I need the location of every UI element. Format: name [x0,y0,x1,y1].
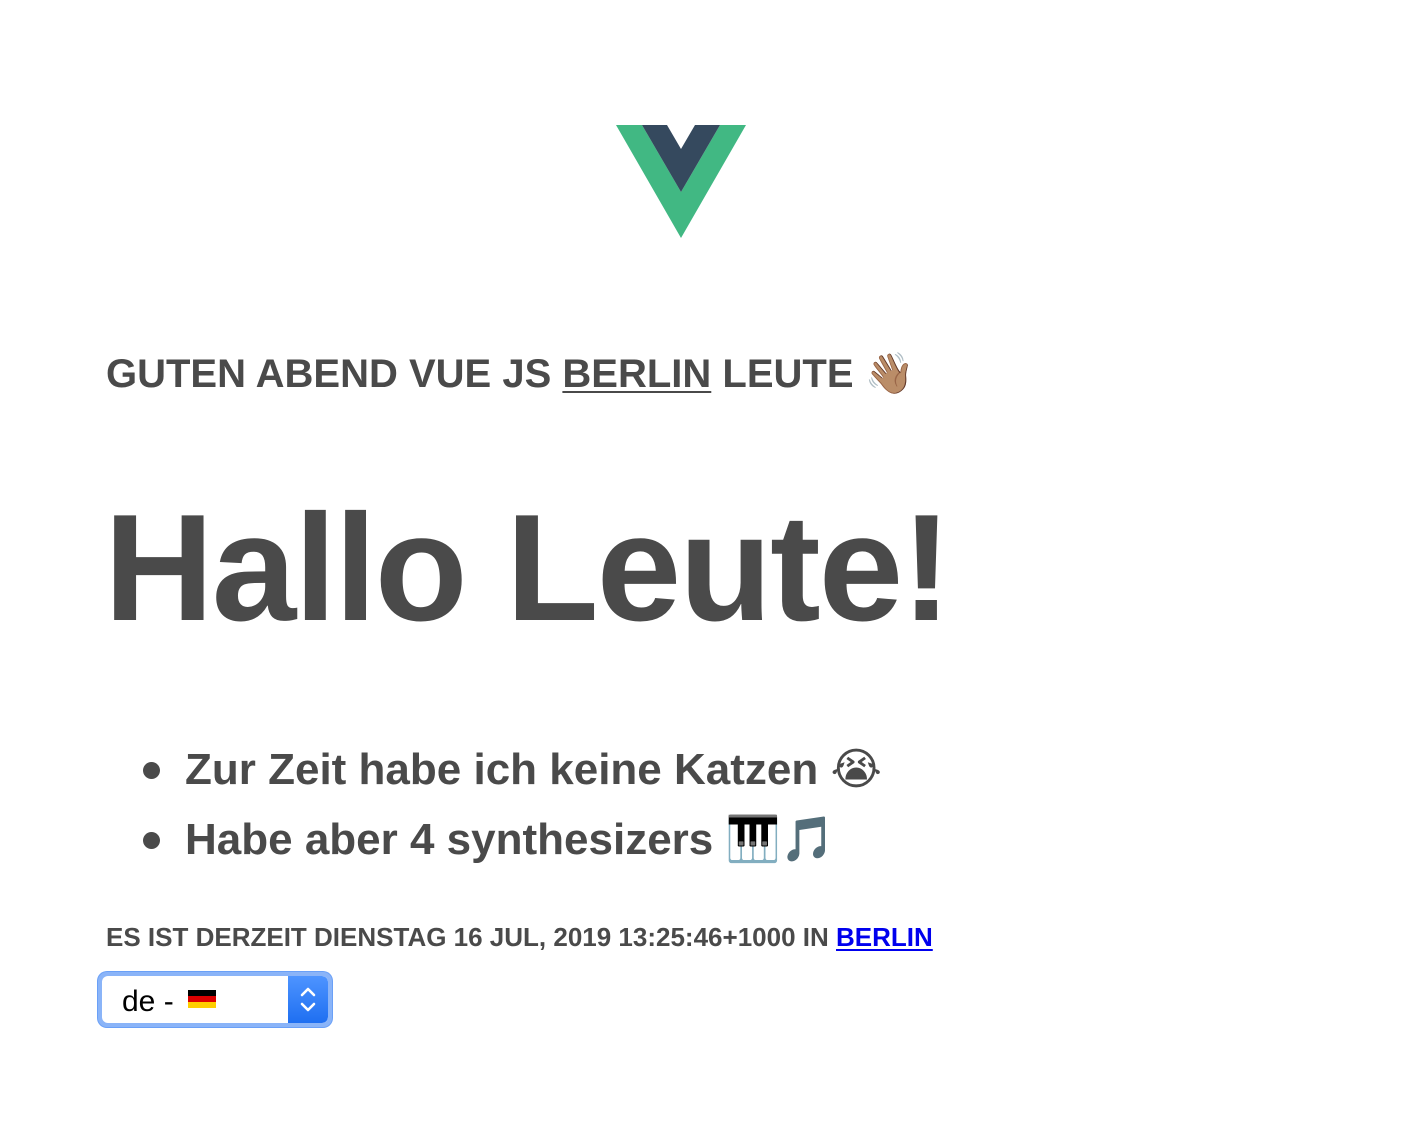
language-code: de - [122,985,174,1018]
language-select[interactable]: de - [98,972,332,1027]
crying-face-icon: 😭 [830,745,882,794]
select-stepper-button[interactable] [288,976,328,1023]
list-item: Zur Zeit habe ich keine Katzen 😭 [140,735,882,805]
greeting-prefix: GUTEN ABEND VUE JS [106,352,552,396]
language-select-value: de - [122,985,217,1019]
datetime-text: ES IST DERZEIT DIENSTAG 16 JUL, 2019 13:… [106,922,829,952]
language-select-field[interactable]: de - [102,976,328,1023]
vue-logo-icon [616,125,746,238]
greeting-city: BERLIN [562,352,712,396]
greeting-suffix: LEUTE [722,352,854,396]
chevron-up-down-icon [300,987,316,1012]
bullet-icon [143,832,160,849]
greeting-heading: GUTEN ABEND VUE JS BERLIN LEUTE 👋🏽 [106,348,914,400]
list-item-text: Zur Zeit habe ich keine Katzen [185,745,819,794]
list-item-text: Habe aber 4 synthesizers [185,815,714,864]
berlin-link[interactable]: BERLIN [836,922,933,952]
facts-list: Zur Zeit habe ich keine Katzen 😭 Habe ab… [140,735,882,875]
piano-music-icon: 🎹🎵 [725,815,836,864]
page: GUTEN ABEND VUE JS BERLIN LEUTE 👋🏽 Hallo… [0,0,1426,1142]
bullet-icon [143,762,160,779]
germany-flag-icon [188,990,217,1009]
page-title: Hallo Leute! [104,483,952,653]
current-datetime: ES IST DERZEIT DIENSTAG 16 JUL, 2019 13:… [106,920,933,954]
waving-hand-icon: 👋🏽 [864,352,915,396]
list-item: Habe aber 4 synthesizers 🎹🎵 [140,805,882,875]
